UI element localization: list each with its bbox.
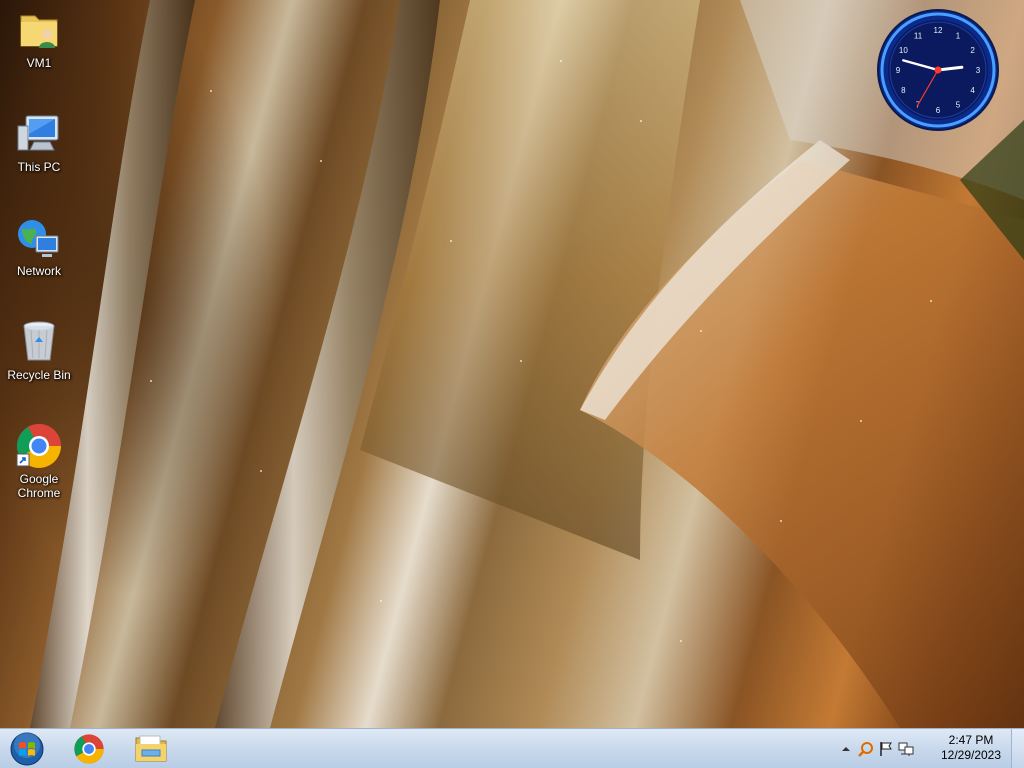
network-status-icon[interactable]: [898, 741, 914, 757]
sparkle: [380, 600, 382, 602]
sparkle: [260, 470, 262, 472]
taskbar-clock[interactable]: 2:47 PM 12/29/2023: [936, 733, 1006, 763]
sparkle: [450, 240, 452, 242]
clock-numeral: 10: [899, 46, 908, 55]
desktop-icon-this-pc[interactable]: This PC: [0, 110, 78, 174]
sparkle: [640, 120, 642, 122]
computer-icon: [15, 110, 63, 158]
wallpaper-art: [30, 0, 1024, 728]
sparkle: [680, 640, 682, 642]
clock-numeral: 1: [956, 31, 961, 40]
chrome-icon: [15, 422, 63, 470]
taskbar-time: 2:47 PM: [948, 733, 994, 747]
clock-numeral: 11: [914, 31, 923, 40]
chrome-icon: [74, 733, 104, 764]
recycle-bin-icon: [15, 318, 63, 366]
clock-numeral: 5: [956, 101, 961, 110]
sparkle: [930, 300, 932, 302]
analog-clock-face: 121234567891011: [877, 9, 999, 131]
sparkle: [860, 420, 862, 422]
clock-numeral: 6: [936, 106, 941, 115]
folder-icon: [135, 735, 167, 761]
desktop-icon-label: VM1: [26, 56, 52, 70]
taskbar-pinned-file-explorer[interactable]: [123, 729, 179, 768]
desktop-icon-recycle-bin[interactable]: Recycle Bin: [0, 318, 78, 382]
clock-numeral: 3: [976, 66, 981, 75]
sparkle: [520, 360, 522, 362]
sparkle: [150, 380, 152, 382]
sparkle: [700, 330, 702, 332]
sparkle: [780, 520, 782, 522]
desktop-icon-label: Recycle Bin: [7, 368, 71, 382]
desktop-icon-network[interactable]: Network: [0, 214, 78, 278]
action-center-flag-icon[interactable]: [878, 741, 894, 757]
sparkle: [320, 160, 322, 162]
start-button[interactable]: [0, 729, 54, 768]
show-hidden-icons-chevron-icon[interactable]: [838, 741, 854, 757]
desktop-icon-vm1[interactable]: VM1: [0, 6, 78, 70]
taskbar-pinned-chrome[interactable]: [61, 729, 117, 768]
clock-numeral: 4: [970, 86, 975, 95]
clock-numeral: 9: [896, 66, 901, 75]
desktop-icon-label: This PC: [17, 160, 61, 174]
clock-numeral: 8: [901, 86, 906, 95]
user-folder-icon: [15, 6, 63, 54]
search-magnifier-icon[interactable]: [858, 741, 874, 757]
taskbar: 2:47 PM 12/29/2023: [0, 728, 1024, 768]
sparkle: [560, 60, 562, 62]
clock-numeral: 2: [970, 46, 975, 55]
show-desktop-button[interactable]: [1011, 729, 1024, 768]
desktop-icon-label: Google Chrome: [17, 472, 61, 500]
desktop-background[interactable]: VM1 This PC Network Recycle Bin Google C…: [0, 0, 1024, 728]
desktop-icon-label: Network: [16, 264, 61, 278]
taskbar-date: 12/29/2023: [940, 748, 1002, 762]
clock-numeral: 12: [934, 26, 943, 35]
clock-gadget[interactable]: 121234567891011: [876, 8, 1000, 132]
sparkle: [210, 90, 212, 92]
windows-start-orb-icon: [10, 731, 44, 765]
notification-area: 2:47 PM 12/29/2023: [834, 729, 1024, 768]
network-icon: [15, 214, 63, 262]
desktop-icon-google-chrome[interactable]: Google Chrome: [0, 422, 78, 500]
